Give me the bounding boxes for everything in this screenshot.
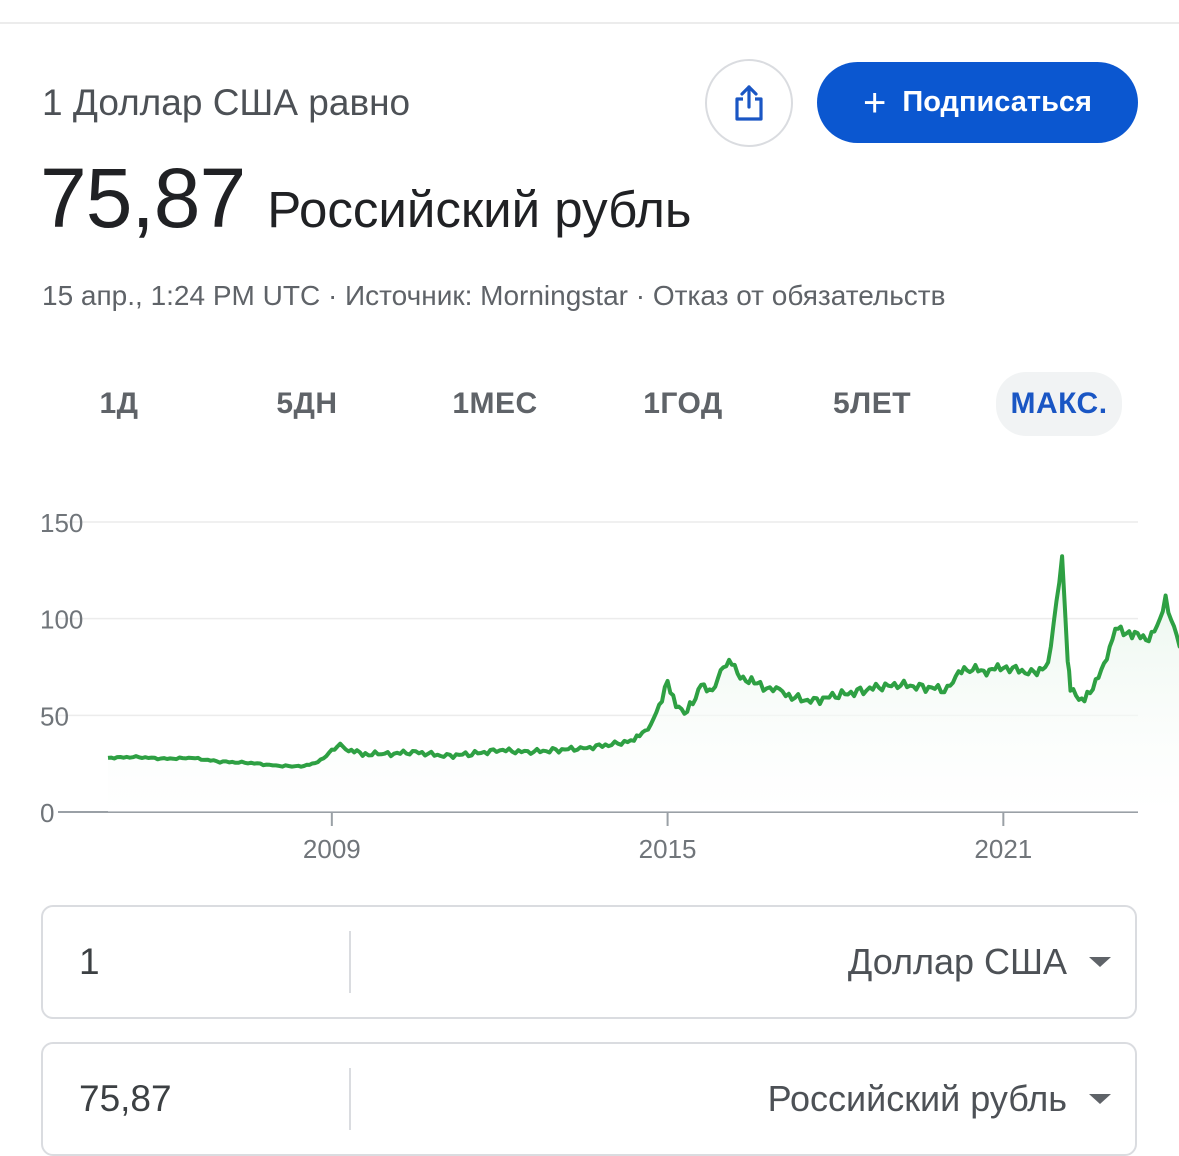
to-currency-select[interactable]: Российский рубль (768, 1044, 1135, 1154)
tab-1y[interactable]: 1ГОД (622, 372, 744, 436)
rate-subtitle: 1 Доллар США равно (42, 82, 411, 123)
from-currency-label: Доллар США (847, 941, 1067, 982)
field-divider (349, 1068, 351, 1130)
price-chart[interactable]: 0 50 100 150 2009 2015 2021 (0, 490, 1179, 880)
y-tick-label: 50 (40, 701, 69, 731)
rate-currency: Российский рубль (267, 181, 692, 238)
share-icon (735, 85, 763, 121)
x-tick-label: 2015 (639, 834, 697, 864)
tab-max[interactable]: МАКС. (996, 372, 1122, 436)
caret-down-icon (1089, 957, 1111, 967)
tab-1d[interactable]: 1Д (70, 372, 168, 436)
subscribe-button[interactable]: + Подписаться (817, 62, 1138, 143)
tab-5y[interactable]: 5ЛЕТ (814, 372, 930, 436)
x-tick-label: 2021 (974, 834, 1032, 864)
x-tick-label: 2009 (303, 834, 361, 864)
exchange-rate: 75,87 Российский рубль (40, 150, 691, 247)
to-currency-label: Российский рубль (767, 1078, 1067, 1119)
subscribe-label: Подписаться (902, 86, 1092, 118)
field-divider (349, 931, 351, 993)
plus-icon: + (863, 80, 887, 125)
caret-down-icon (1089, 1094, 1111, 1104)
range-tabs: 1Д 5ДН 1МЕС 1ГОД 5ЛЕТ МАКС. (30, 372, 1150, 436)
tab-1m[interactable]: 1МЕС (432, 372, 558, 436)
y-tick-label: 100 (40, 605, 83, 635)
tab-5d[interactable]: 5ДН (252, 372, 362, 436)
converter-from: Доллар США (41, 905, 1137, 1019)
rate-value: 75,87 (40, 151, 246, 245)
converter-to: Российский рубль (41, 1042, 1137, 1156)
y-tick-label: 150 (40, 508, 83, 538)
from-currency-select[interactable]: Доллар США (848, 907, 1135, 1017)
area-fill (108, 556, 1179, 812)
from-amount-input[interactable] (79, 907, 339, 1017)
top-divider (0, 22, 1179, 24)
to-amount-input[interactable] (79, 1044, 339, 1154)
rate-meta-info: 15 апр., 1:24 PM UTC · Источник: Morning… (42, 280, 946, 311)
y-tick-label: 0 (40, 798, 54, 828)
share-button[interactable] (705, 59, 793, 147)
